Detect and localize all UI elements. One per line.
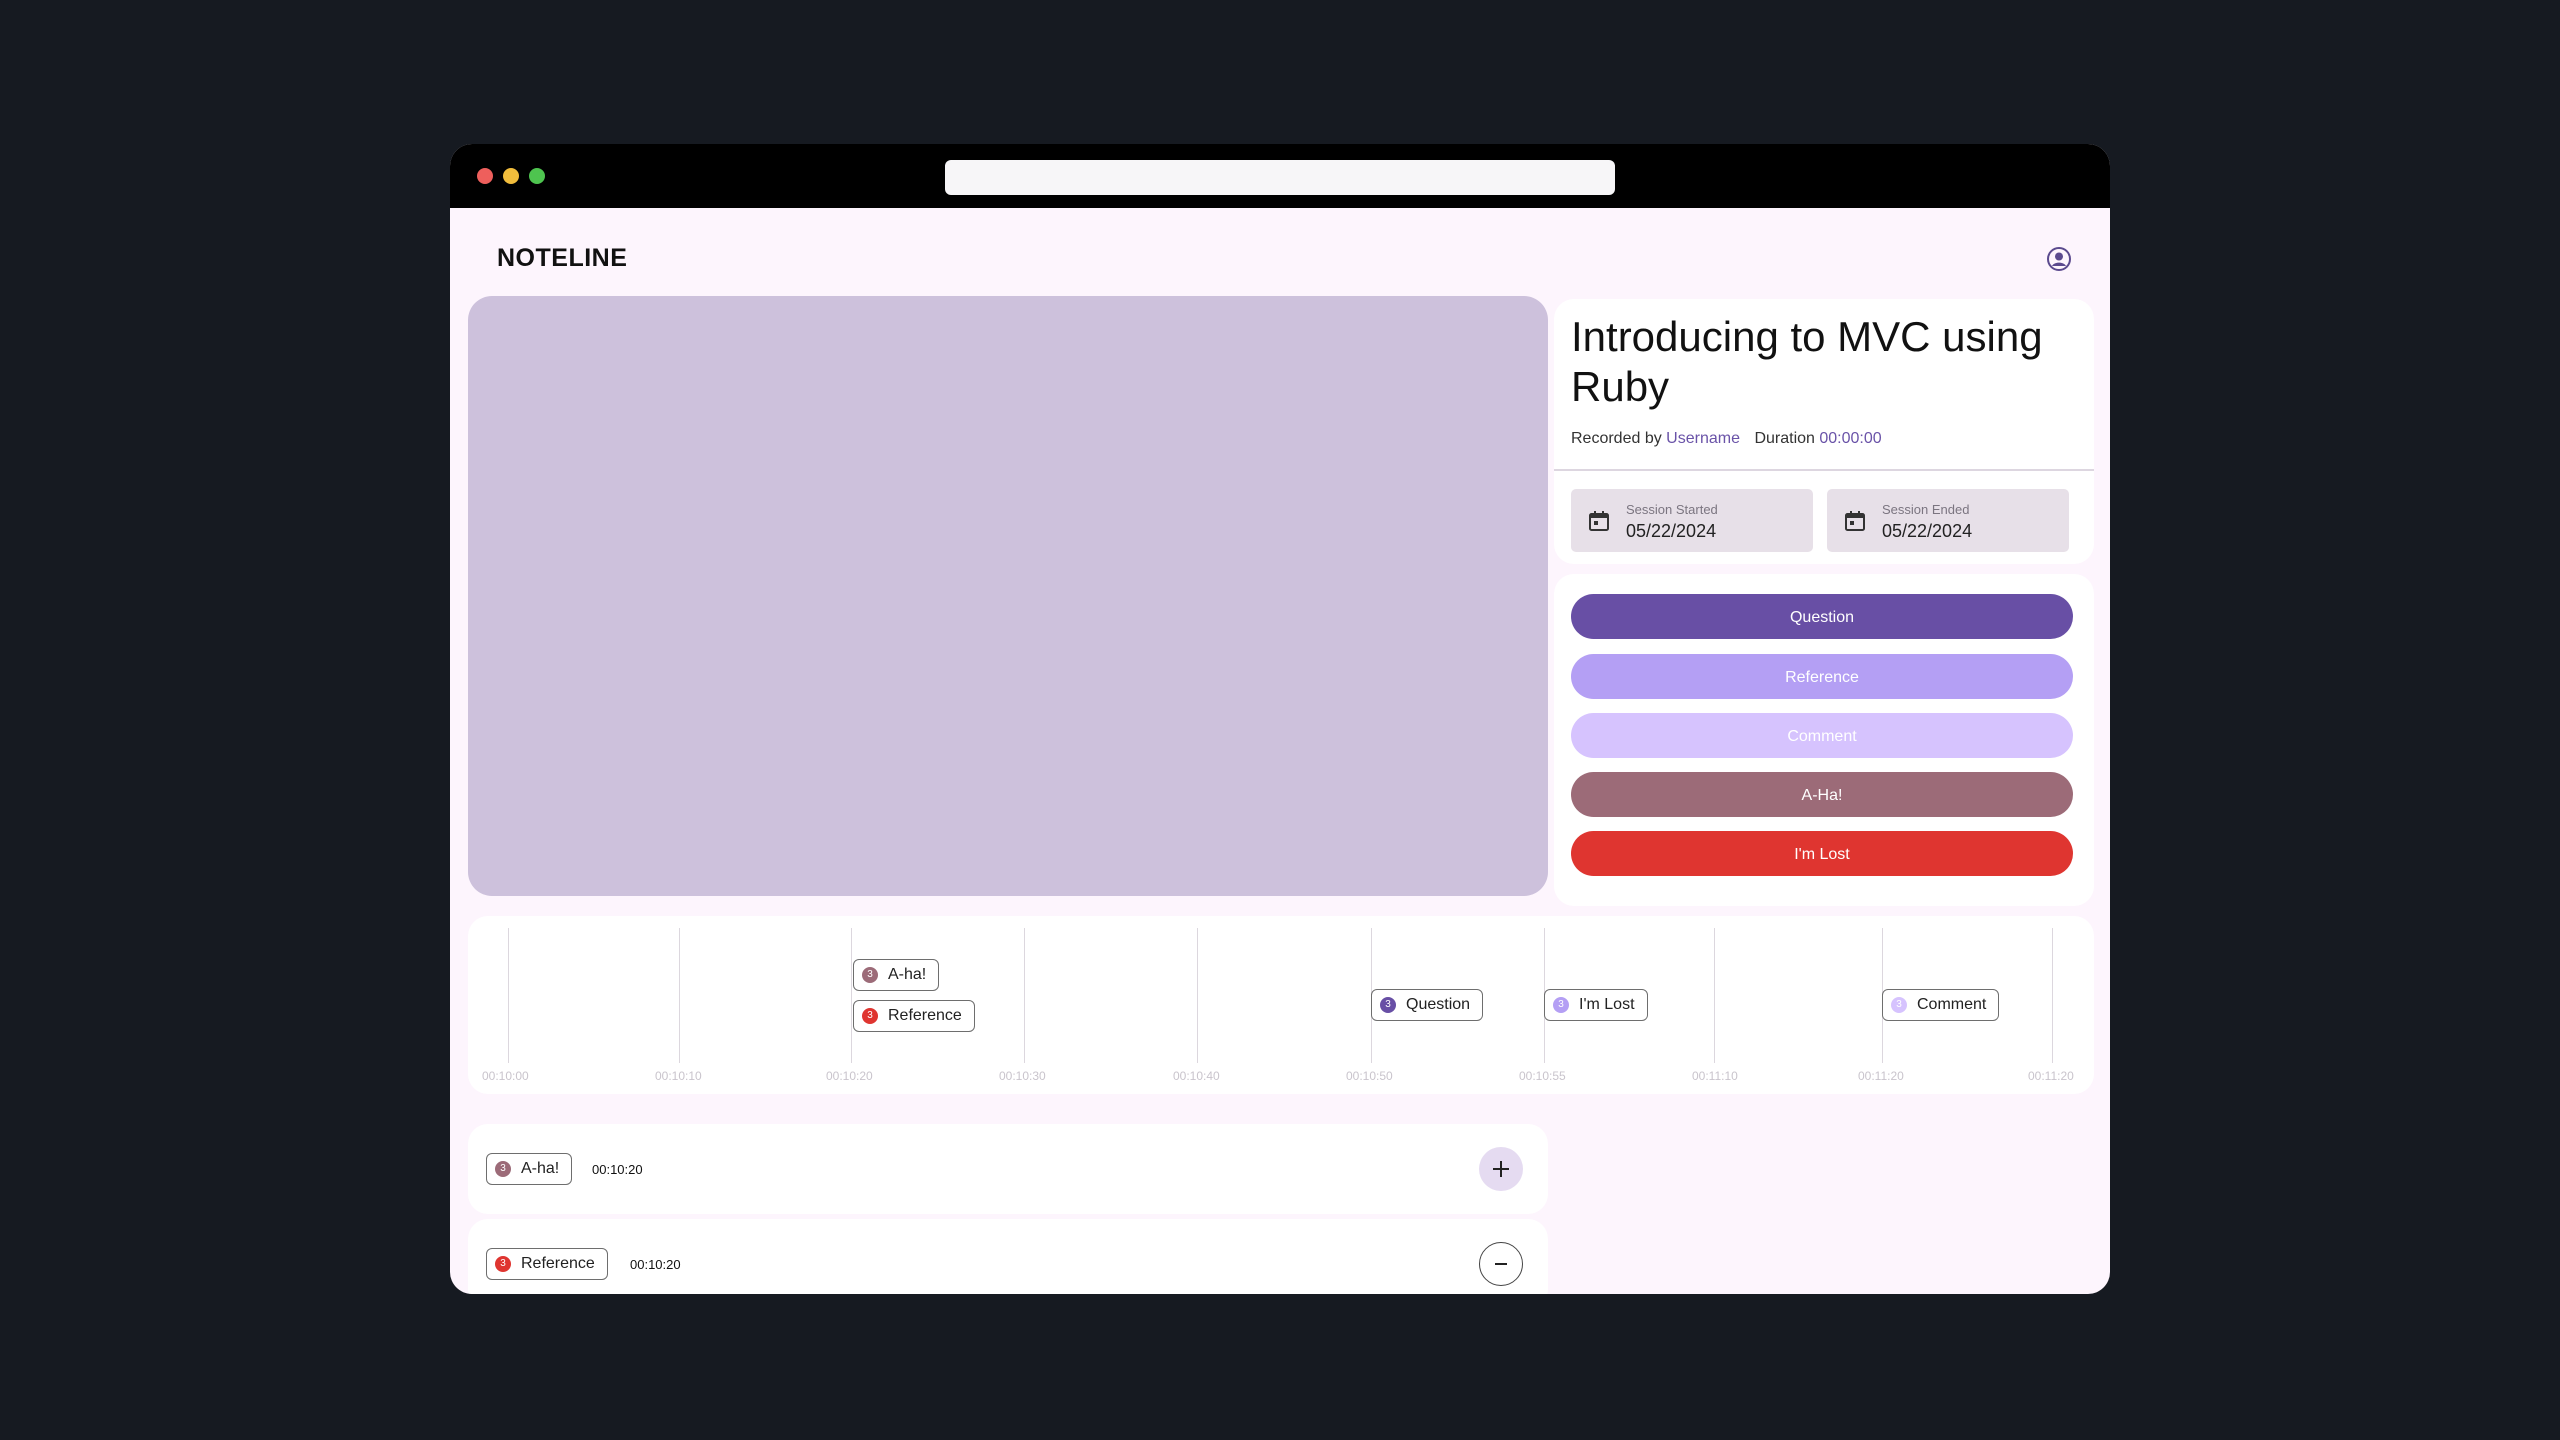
session-title: Introducing to MVC using Ruby: [1571, 313, 2043, 410]
count-badge: 3: [495, 1161, 511, 1177]
session-started-value: 05/22/2024: [1626, 521, 1717, 541]
session-ended-field: Session Ended 05/22/2024: [1827, 489, 2069, 552]
timeline-gridline: [508, 928, 509, 1063]
timeline-marker-comment[interactable]: 3 Comment: [1882, 989, 2000, 1021]
calendar-icon: [1845, 511, 1865, 531]
minimize-window-button[interactable]: [503, 168, 519, 184]
browser-window: NOTELINE Introducing to MVC using Ruby R…: [450, 144, 2110, 1294]
timeline-tick-label: 00:10:00: [482, 1069, 529, 1083]
timeline-tick-label: 00:10:50: [1346, 1069, 1393, 1083]
marker-label: Question: [1406, 996, 1471, 1013]
note-row: 3 Reference 00:10:20: [468, 1219, 1548, 1294]
timeline-tick-label: 00:10:55: [1519, 1069, 1566, 1083]
user-circle-icon[interactable]: [2046, 246, 2072, 272]
reference-button[interactable]: Reference: [1571, 654, 2073, 699]
timeline-tick-label: 00:10:20: [826, 1069, 873, 1083]
count-badge: 3: [1891, 997, 1907, 1013]
marker-label: Reference: [888, 1007, 962, 1024]
remove-note-button[interactable]: [1479, 1242, 1523, 1286]
calendar-icon: [1589, 511, 1609, 531]
timeline-tick-label: 00:11:10: [1692, 1069, 1738, 1083]
timeline-tick-label: 00:10:40: [1173, 1069, 1220, 1083]
duration-value: 00:00:00: [1819, 430, 1882, 447]
timeline-tick-label: 00:11:20: [2028, 1069, 2074, 1083]
marker-label: I'm Lost: [1579, 996, 1635, 1013]
count-badge: 3: [862, 1008, 878, 1024]
timeline-gridline: [1024, 928, 1025, 1063]
note-tag-label: Reference: [521, 1255, 595, 1272]
note-timestamp: 00:10:20: [630, 1257, 681, 1272]
timeline-gridline: [2052, 928, 2053, 1063]
im-lost-button[interactable]: I'm Lost: [1571, 831, 2073, 876]
session-ended-value: 05/22/2024: [1882, 521, 1973, 541]
note-row: 3 A-ha! 00:10:20: [468, 1124, 1548, 1214]
aha-button[interactable]: A-Ha!: [1571, 772, 2073, 817]
maximize-window-button[interactable]: [529, 168, 545, 184]
count-badge: 3: [862, 967, 878, 983]
timeline-marker-im-lost[interactable]: 3 I'm Lost: [1544, 989, 1648, 1021]
add-note-button[interactable]: [1479, 1147, 1523, 1191]
session-meta: Recorded by Username Duration 00:00:00: [1571, 430, 1882, 448]
plus-icon: [1493, 1161, 1509, 1177]
comment-button[interactable]: Comment: [1571, 713, 2073, 758]
address-bar[interactable]: [945, 160, 1615, 195]
note-tag-aha[interactable]: 3 A-ha!: [486, 1153, 573, 1185]
count-badge: 3: [1553, 997, 1569, 1013]
timeline-marker-question[interactable]: 3 Question: [1371, 989, 1484, 1021]
duration-label: Duration: [1754, 430, 1815, 447]
timeline-marker-aha[interactable]: 3 A-ha!: [853, 959, 940, 991]
app-logo[interactable]: NOTELINE: [497, 244, 627, 273]
timeline-tick-label: 00:10:10: [655, 1069, 702, 1083]
note-tag-label: A-ha!: [521, 1160, 560, 1177]
marker-label: Comment: [1917, 996, 1987, 1013]
session-started-field: Session Started 05/22/2024: [1571, 489, 1813, 552]
recorded-by-label: Recorded by: [1571, 430, 1662, 447]
username-link[interactable]: Username: [1666, 430, 1740, 447]
session-ended-label: Session Ended: [1882, 502, 1970, 517]
timeline-gridline: [679, 928, 680, 1063]
count-badge: 3: [495, 1256, 511, 1272]
timeline[interactable]: 00:10:00 00:10:10 00:10:20 00:10:30 00:1…: [468, 916, 2094, 1094]
timeline-tick-label: 00:11:20: [1858, 1069, 1904, 1083]
note-timestamp: 00:10:20: [592, 1162, 643, 1177]
minus-icon: [1495, 1263, 1507, 1265]
browser-titlebar: [450, 144, 2110, 208]
video-player[interactable]: [468, 296, 1548, 896]
note-tag-reference[interactable]: 3 Reference: [486, 1248, 608, 1280]
marker-label: A-ha!: [888, 966, 927, 983]
timeline-tick-label: 00:10:30: [999, 1069, 1046, 1083]
session-started-label: Session Started: [1626, 502, 1718, 517]
divider: [1554, 469, 2094, 471]
timeline-gridline: [851, 928, 852, 1063]
timeline-gridline: [1714, 928, 1715, 1063]
timeline-marker-reference[interactable]: 3 Reference: [853, 1000, 975, 1032]
timeline-gridline: [1197, 928, 1198, 1063]
close-window-button[interactable]: [477, 168, 493, 184]
count-badge: 3: [1380, 997, 1396, 1013]
question-button[interactable]: Question: [1571, 594, 2073, 639]
